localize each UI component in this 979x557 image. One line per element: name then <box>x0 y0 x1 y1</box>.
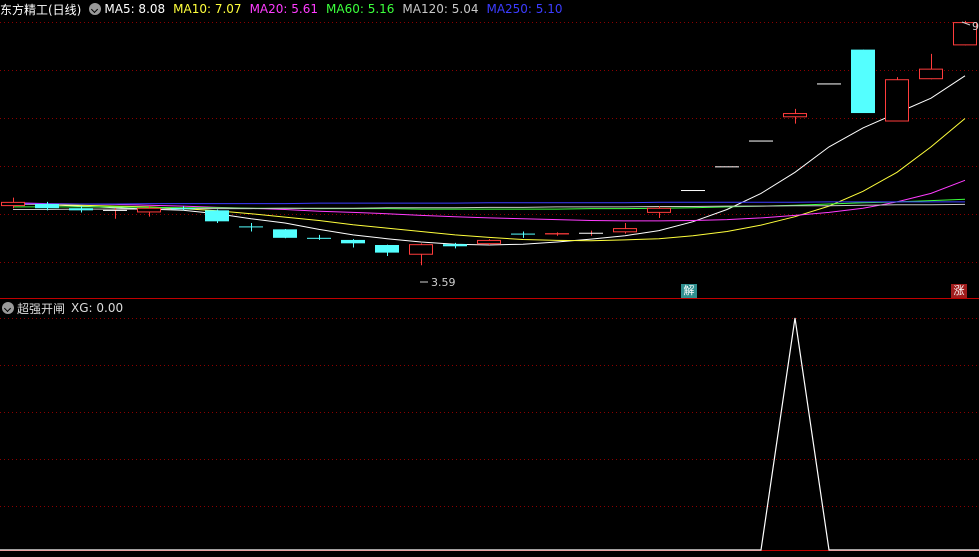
candle-body <box>919 68 943 80</box>
xg-indicator-series <box>0 317 979 551</box>
jie-badge[interactable]: 解 <box>681 284 697 298</box>
candle-body <box>715 166 739 168</box>
candle-body <box>1 201 25 207</box>
indicator-panel-legend: 超强开闸 XG: 0.00 <box>0 300 131 316</box>
candlestick-series <box>1 20 977 266</box>
candle-body <box>613 228 637 233</box>
main-panel-legend: 东方精工(日线) MA5: 8.08 MA10: 7.07 MA20: 5.61… <box>0 1 571 17</box>
ma5-line <box>12 75 966 246</box>
indicator-title: 超强开闸 <box>17 301 66 316</box>
candle-body <box>511 233 535 235</box>
low-price-annotation: 3.59 <box>420 276 456 289</box>
indicator-panel-grid <box>0 318 979 551</box>
moving-average-lines <box>12 75 966 246</box>
candle-body <box>783 113 807 118</box>
ma250-line <box>13 201 965 205</box>
ma10-line <box>12 118 966 242</box>
candle-body <box>69 208 93 211</box>
candle-body <box>579 232 603 234</box>
chevron-down-icon[interactable] <box>89 3 102 15</box>
candle-body <box>409 244 433 255</box>
candle-body <box>681 190 705 192</box>
candle-body <box>205 210 229 222</box>
candle-body <box>375 245 399 253</box>
candle-body <box>885 79 909 122</box>
candle-body <box>341 239 365 244</box>
xg-line <box>0 317 979 551</box>
candle-body <box>273 229 297 238</box>
candle-body <box>647 207 671 213</box>
candle-body <box>171 208 195 210</box>
candle-body <box>137 207 161 213</box>
stock-title: 东方精工(日线) <box>0 2 82 17</box>
ma10-value: MA10: 7.07 <box>173 2 242 16</box>
low-price-label: 3.59 <box>431 276 456 289</box>
candle-body <box>749 140 773 142</box>
candle-body <box>239 226 263 228</box>
candle-body <box>477 239 501 245</box>
ma5-value: MA5: 8.08 <box>104 2 166 16</box>
candle-body <box>851 49 875 114</box>
high-price-label: 9 <box>972 20 979 33</box>
stock-chart-canvas[interactable]: 3.59 9 <box>0 0 979 557</box>
candle-body <box>817 83 841 85</box>
ma60-value: MA60: 5.16 <box>326 2 395 16</box>
candle-body <box>35 203 59 209</box>
chevron-down-icon[interactable] <box>2 302 14 314</box>
main-panel-grid <box>0 22 979 263</box>
ma20-value: MA20: 5.61 <box>249 2 318 16</box>
candle-body <box>443 244 467 247</box>
xg-value: XG: 0.00 <box>71 301 124 315</box>
zhang-badge[interactable]: 涨 <box>951 284 967 298</box>
ma250-value: MA250: 5.10 <box>486 2 563 16</box>
ma120-value: MA120: 5.04 <box>402 2 479 16</box>
candle-body <box>103 209 127 211</box>
candle-body <box>307 237 331 239</box>
